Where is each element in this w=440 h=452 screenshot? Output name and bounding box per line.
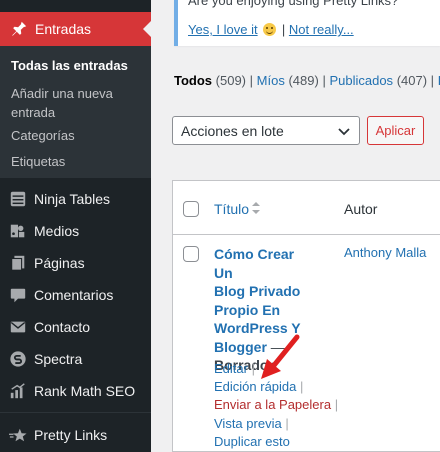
pretty-links-notice: Are you enjoying using Pretty Links? Yes… <box>174 0 440 46</box>
envelope-icon <box>8 317 28 337</box>
row-action-edit-wrap: Editar | <box>214 360 255 377</box>
filter-mine-count: (489) <box>288 73 319 88</box>
filter-separator: | <box>430 73 435 88</box>
posts-table: Título Autor Cómo Crear Un Blog Privado … <box>172 180 440 452</box>
menu-separator <box>0 412 151 413</box>
pages-icon <box>8 253 28 273</box>
menu-label-comentarios: Comentarios <box>34 287 114 303</box>
submenu-anadir-nueva[interactable]: Añadir una nueva entrada <box>11 84 146 122</box>
menu-label-entradas: Entradas <box>35 21 92 37</box>
submenu-categorias[interactable]: Categorías <box>11 126 75 145</box>
row-action-duplicate[interactable]: Duplicar esto <box>214 434 290 449</box>
menu-item-paginas[interactable]: Páginas <box>0 247 151 279</box>
menu-item-ninja-tables[interactable]: Ninja Tables <box>0 183 151 215</box>
menu-label-paginas: Páginas <box>34 255 85 271</box>
post-title-line: Blog Privado <box>214 283 301 299</box>
menu-label-rank-math-seo: Rank Math SEO <box>34 383 136 399</box>
menu-label-pretty-links: Pretty Links <box>34 427 108 443</box>
row-action-preview[interactable]: Vista previa <box>214 416 282 431</box>
menu-item-contacto[interactable]: Contacto <box>0 311 151 343</box>
row-action-trash[interactable]: Enviar a la Papelera <box>214 397 331 412</box>
sort-icon[interactable] <box>251 200 261 219</box>
select-all-checkbox[interactable] <box>183 201 199 217</box>
menu-item-pretty-links[interactable]: Pretty Links <box>0 419 151 451</box>
row-action-edit[interactable]: Editar <box>214 361 248 376</box>
menu-item-rank-math-seo[interactable]: Rank Math SEO <box>0 375 151 407</box>
comment-icon <box>8 285 28 305</box>
media-icon <box>8 221 28 241</box>
menu-item-spectra[interactable]: Spectra <box>0 343 151 375</box>
spectra-icon <box>8 349 28 369</box>
menu-item-entradas[interactable]: Entradas <box>0 12 151 46</box>
row-checkbox[interactable] <box>183 246 199 262</box>
submenu-etiquetas[interactable]: Etiquetas <box>11 152 65 171</box>
notice-question: Are you enjoying using Pretty Links? <box>188 0 399 8</box>
notice-separator: | <box>281 22 286 37</box>
pin-icon <box>9 19 29 39</box>
row-action-duplicate-wrap: Duplicar esto <box>214 433 290 450</box>
menu-label-ninja-tables: Ninja Tables <box>34 191 111 207</box>
notice-links: Yes, I love it | Not really... <box>188 22 354 37</box>
post-status-filters: Todos (509) | Míos (489) | Publicados (4… <box>174 73 440 88</box>
row-action-separator: | <box>334 397 339 412</box>
smiley-icon <box>263 23 277 36</box>
apply-button[interactable]: Aplicar <box>367 116 424 145</box>
table-icon <box>8 189 28 209</box>
menu-label-contacto: Contacto <box>34 319 91 335</box>
post-author-link[interactable]: Anthony Malla <box>344 245 426 260</box>
row-action-trash-wrap: Enviar a la Papelera | <box>214 396 338 413</box>
filter-separator: | <box>249 73 254 88</box>
row-action-separator: | <box>285 416 289 431</box>
rankmath-icon <box>8 381 28 401</box>
admin-sidebar: Entradas Todas las entradas Añadir una n… <box>0 0 151 452</box>
table-header: Título Autor <box>173 181 440 235</box>
menu-label-medios: Medios <box>34 223 80 239</box>
column-author: Autor <box>344 201 378 217</box>
submenu-todas-las-entradas[interactable]: Todas las entradas <box>11 56 128 75</box>
post-title-line: Cómo Crear Un <box>214 246 295 281</box>
filter-all[interactable]: Todos <box>174 73 212 88</box>
annotation-arrow-icon <box>261 334 300 379</box>
star-icon <box>8 425 28 445</box>
submenu-entradas: Todas las entradas Añadir una nueva entr… <box>0 46 151 178</box>
bulk-actions-select[interactable]: Acciones en lote <box>172 116 360 145</box>
row-action-separator: | <box>251 361 255 376</box>
filter-published[interactable]: Publicados <box>329 73 393 88</box>
filter-separator: | <box>322 73 326 88</box>
filter-all-count: (509) <box>215 73 247 88</box>
menu-item-comentarios[interactable]: Comentarios <box>0 279 151 311</box>
row-action-preview-wrap: Vista previa | <box>214 415 289 432</box>
chevron-down-icon <box>337 124 351 141</box>
menu-item-medios[interactable]: Medios <box>0 215 151 247</box>
notice-yes-link[interactable]: Yes, I love it <box>188 22 258 37</box>
bulk-actions-value: Acciones en lote <box>181 122 284 139</box>
column-title[interactable]: Título <box>214 201 249 217</box>
menu-label-spectra: Spectra <box>34 351 83 367</box>
notice-no-link[interactable]: Not really... <box>289 22 354 37</box>
post-title-line: Propio En <box>214 301 281 318</box>
filter-published-count: (407) <box>396 73 428 88</box>
filter-mine[interactable]: Míos <box>257 73 285 88</box>
